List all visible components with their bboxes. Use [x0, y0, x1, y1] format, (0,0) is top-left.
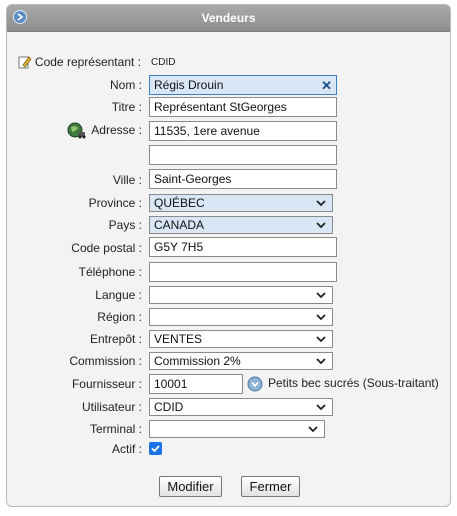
ville-input[interactable]: Saint-Georges — [149, 169, 337, 189]
code-postal-label: Code postal : — [71, 241, 142, 255]
ville-label: Ville : — [112, 173, 142, 187]
commission-value: Commission 2% — [154, 354, 241, 368]
province-label: Province : — [88, 196, 142, 210]
utilisateur-value: CDID — [154, 400, 184, 414]
telephone-label: Téléphone : — [78, 265, 142, 279]
check-icon — [151, 445, 160, 453]
entrepot-label: Entrepôt : — [89, 332, 142, 346]
fermer-button[interactable]: Fermer — [241, 476, 300, 497]
chevron-down-icon — [308, 426, 318, 433]
fournisseur-name: Petits bec sucrés (Sous-traitant) — [268, 376, 439, 390]
region-select[interactable] — [149, 308, 333, 326]
code-representant-value: CDID — [151, 57, 176, 68]
region-label: Région : — [97, 310, 142, 324]
chevron-down-icon — [316, 222, 326, 229]
commission-label: Commission : — [69, 354, 142, 368]
titlebar: Vendeurs — [7, 5, 450, 32]
chevron-down-icon — [316, 336, 326, 343]
entrepot-select[interactable]: VENTES — [149, 330, 333, 348]
chevron-down-icon — [316, 200, 326, 207]
fournisseur-label: Fournisseur : — [71, 377, 142, 391]
utilisateur-label: Utilisateur : — [81, 400, 142, 414]
fournisseur-input[interactable]: 10001 — [149, 374, 243, 394]
chevron-down-icon — [316, 314, 326, 321]
utilisateur-select[interactable]: CDID — [149, 398, 333, 416]
collapse-icon[interactable] — [13, 10, 27, 24]
province-select[interactable]: QUÉBEC — [149, 194, 333, 212]
pays-value: CANADA — [154, 218, 205, 232]
pays-select[interactable]: CANADA — [149, 216, 333, 234]
telephone-input[interactable] — [149, 262, 337, 282]
modifier-button[interactable]: Modifier — [159, 476, 222, 497]
terminal-select[interactable] — [149, 420, 325, 438]
nom-value: Régis Drouin — [154, 78, 224, 92]
adresse-line1-input[interactable]: 11535, 1ere avenue — [149, 121, 337, 141]
adresse-line2-input[interactable] — [149, 145, 337, 165]
titre-input[interactable]: Représentant StGeorges — [149, 97, 337, 117]
window-title: Vendeurs — [201, 11, 256, 25]
commission-select[interactable]: Commission 2% — [149, 352, 333, 370]
code-representant-label: Code représentant : — [34, 55, 141, 69]
clear-icon[interactable]: ✕ — [321, 77, 332, 94]
actif-label: Actif : — [111, 442, 142, 456]
titre-label: Titre : — [111, 100, 142, 114]
adresse-label: Adresse : — [91, 123, 142, 137]
province-value: QUÉBEC — [154, 196, 205, 210]
langue-select[interactable] — [149, 286, 333, 304]
terminal-label: Terminal : — [89, 422, 142, 436]
actif-checkbox[interactable] — [149, 442, 162, 455]
entrepot-value: VENTES — [154, 332, 203, 346]
nom-label: Nom : — [109, 78, 142, 92]
lookup-icon[interactable] — [247, 376, 263, 392]
nom-input[interactable]: Régis Drouin ✕ — [149, 75, 337, 95]
langue-label: Langue : — [95, 288, 142, 302]
chevron-down-icon — [316, 404, 326, 411]
chevron-down-icon — [316, 358, 326, 365]
chevron-down-icon — [316, 292, 326, 299]
pays-label: Pays : — [108, 218, 142, 232]
code-postal-input[interactable]: G5Y 7H5 — [149, 237, 337, 257]
